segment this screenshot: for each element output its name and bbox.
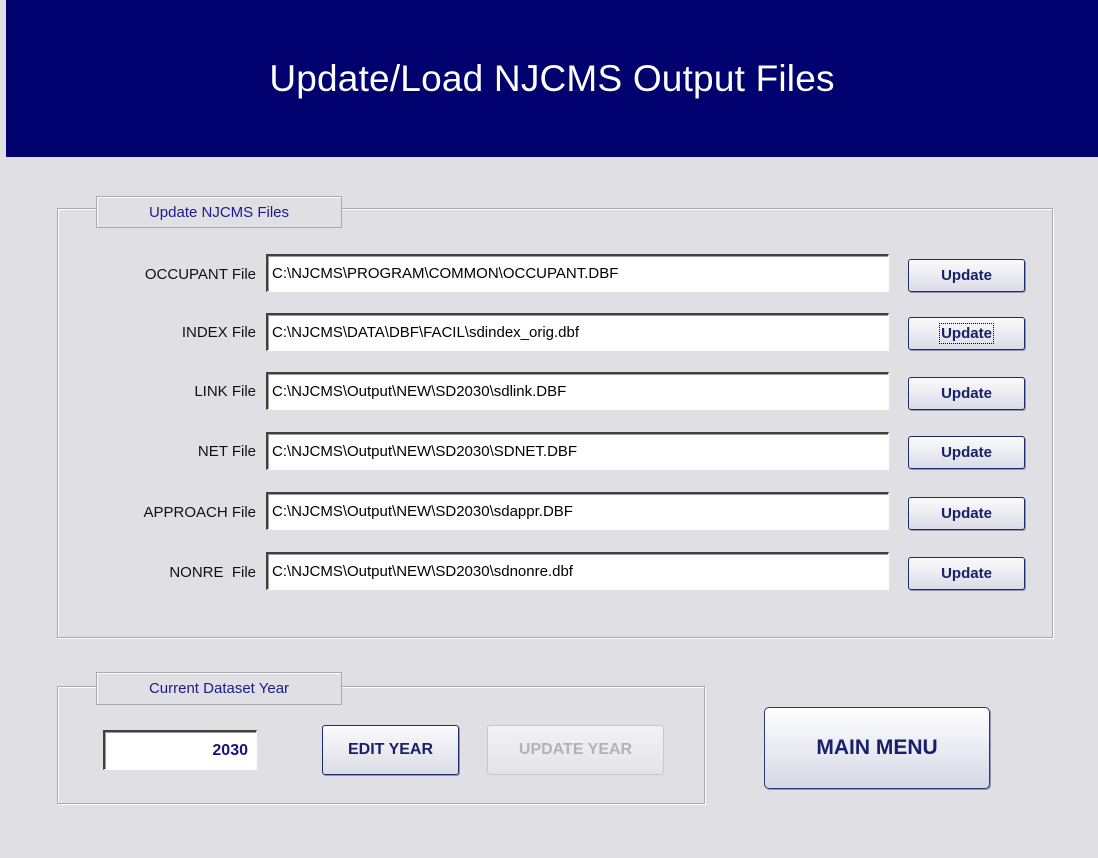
- year-group-legend: Current Dataset Year: [96, 672, 342, 705]
- net-update-button[interactable]: Update: [908, 436, 1025, 469]
- link-file-input[interactable]: C:\NJCMS\Output\NEW\SD2030\sdlink.DBF: [266, 372, 889, 410]
- index-file-input[interactable]: C:\NJCMS\DATA\DBF\FACIL\sdindex_orig.dbf: [266, 313, 889, 351]
- nonre-update-label: Update: [941, 565, 992, 582]
- index-update-button[interactable]: Update: [908, 317, 1025, 350]
- link-update-button[interactable]: Update: [908, 377, 1025, 410]
- edit-year-label: EDIT YEAR: [347, 741, 434, 758]
- net-file-label: NET File: [197, 443, 256, 460]
- main-menu-label: MAIN MENU: [816, 736, 938, 759]
- files-group-legend: Update NJCMS Files: [96, 196, 342, 228]
- occupant-update-button[interactable]: Update: [908, 259, 1025, 292]
- approach-update-label: Update: [941, 505, 992, 522]
- dataset-year-field[interactable]: 2030: [103, 730, 257, 770]
- edit-year-button[interactable]: EDIT YEAR: [322, 725, 459, 775]
- nonre-file-label: NONRE File: [169, 564, 256, 581]
- link-update-label: Update: [941, 385, 992, 402]
- net-file-input[interactable]: C:\NJCMS\Output\NEW\SD2030\SDNET.DBF: [266, 432, 889, 470]
- page-title: Update/Load NJCMS Output Files: [269, 57, 835, 99]
- nonre-file-input[interactable]: C:\NJCMS\Output\NEW\SD2030\sdnonre.dbf: [266, 552, 889, 590]
- nonre-update-button[interactable]: Update: [908, 557, 1025, 590]
- occupant-file-input[interactable]: C:\NJCMS\PROGRAM\COMMON\OCCUPANT.DBF: [266, 254, 889, 292]
- update-year-label: UPDATE YEAR: [518, 741, 633, 758]
- approach-file-label: APPROACH File: [143, 504, 256, 521]
- link-file-label: LINK File: [194, 383, 256, 400]
- update-year-button: UPDATE YEAR: [487, 725, 664, 775]
- index-file-label: INDEX File: [181, 324, 256, 341]
- header-banner: Update/Load NJCMS Output Files: [6, 0, 1098, 157]
- net-update-label: Update: [941, 444, 992, 461]
- occupant-update-label: Update: [941, 267, 992, 284]
- occupant-file-label: OCCUPANT File: [144, 266, 256, 283]
- approach-update-button[interactable]: Update: [908, 497, 1025, 530]
- main-menu-button[interactable]: MAIN MENU: [764, 707, 990, 789]
- index-update-label: Update: [939, 323, 994, 344]
- approach-file-input[interactable]: C:\NJCMS\Output\NEW\SD2030\sdappr.DBF: [266, 492, 889, 530]
